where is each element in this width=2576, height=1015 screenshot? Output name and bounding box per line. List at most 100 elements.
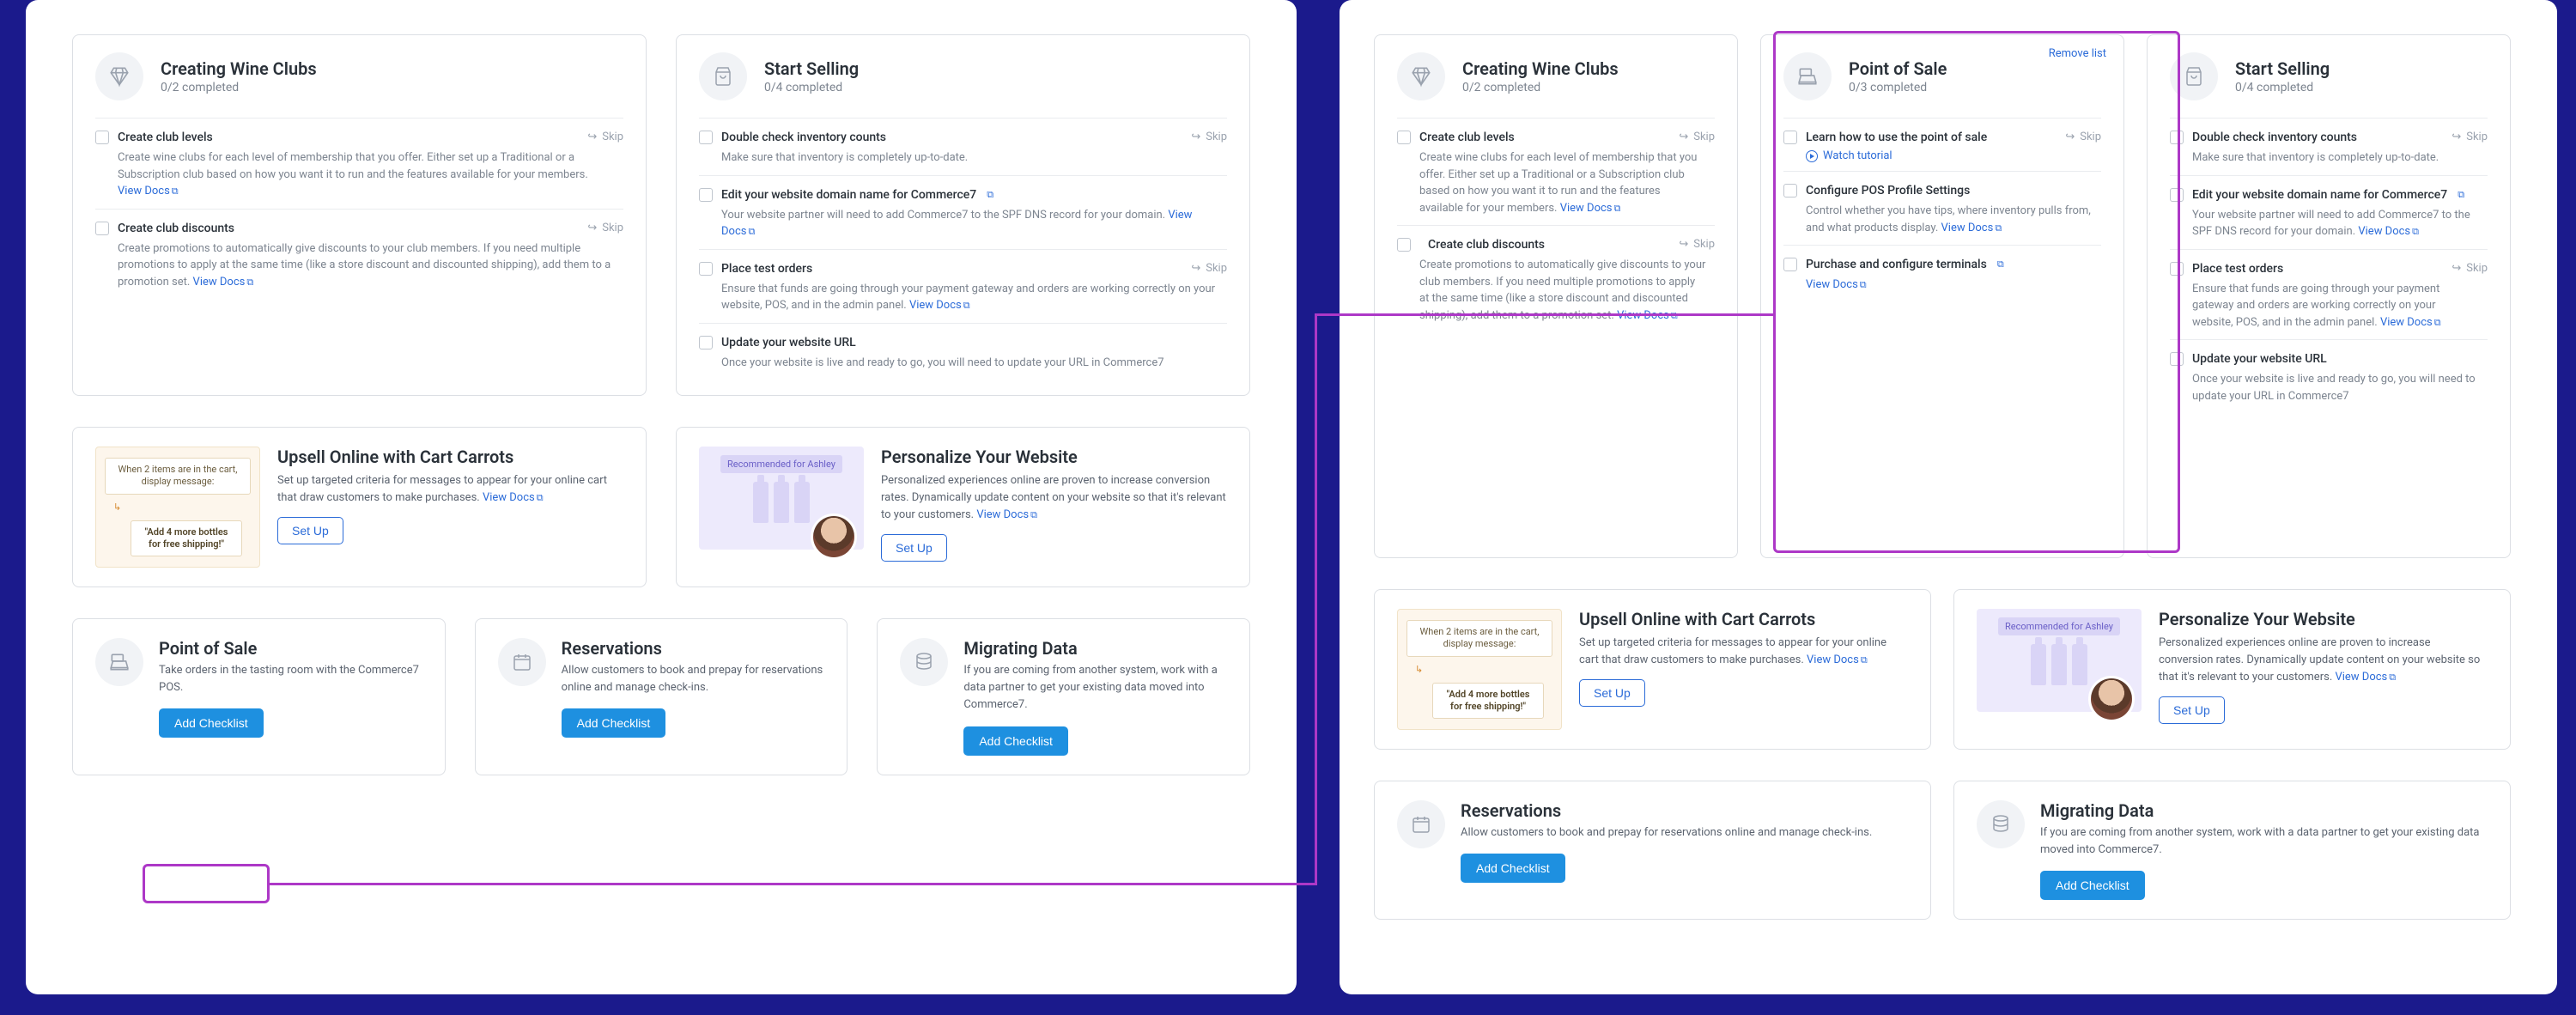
personalize-illustration: Recommended for Ashley [699,447,864,550]
checkbox[interactable] [1783,184,1797,198]
add-checklist-button[interactable]: Add Checklist [1461,854,1565,883]
add-checklist-button[interactable]: Add Checklist [2040,871,2145,900]
checkbox[interactable] [95,222,109,235]
promo-desc: Set up targeted criteria for messages to… [1579,635,1908,669]
skip-link[interactable]: Skip [1693,131,1715,143]
add-card-migrating: Migrating Data If you are coming from an… [877,618,1250,775]
view-docs-link[interactable]: View Docs⧉ [1560,202,1621,215]
card-subtitle: 0/3 completed [1849,81,1947,94]
external-link-icon: ⧉ [2458,189,2464,201]
checkbox[interactable] [1397,238,1411,252]
addcard-desc: Allow customers to book and prepay for r… [1461,824,1908,842]
carrot-message: "Add 4 more bottles for free shipping!" [131,520,242,557]
add-checklist-button[interactable]: Add Checklist [159,708,264,738]
view-docs-link[interactable]: View Docs⧉ [2380,316,2441,329]
task-item: Create club discounts ↪Skip Create promo… [1397,225,1715,332]
set-up-button[interactable]: Set Up [1579,679,1645,707]
add-card-pos: Point of Sale Take orders in the tasting… [72,618,446,775]
promo-cart-carrots: When 2 items are in the cart, display me… [72,427,647,587]
checkbox[interactable] [2170,131,2184,144]
card-subtitle: 0/2 completed [161,81,317,94]
task-item: Edit your website domain name for Commer… [699,175,1227,249]
promo-title: Upsell Online with Cart Carrots [277,447,623,467]
task-title: Update your website URL [2192,352,2327,366]
addcard-desc: If you are coming from another system, w… [963,662,1227,714]
task-desc: Create wine clubs for each level of memb… [95,149,623,200]
view-docs-link[interactable]: View Docs⧉ [1617,309,1678,322]
skip-link[interactable]: Skip [602,131,623,143]
external-link-icon: ⧉ [963,300,970,311]
card-wine-clubs: Creating Wine Clubs 0/2 completed Create… [1374,34,1738,558]
checkbox[interactable] [2170,352,2184,366]
promo-title: Upsell Online with Cart Carrots [1579,609,1908,629]
card-title: Start Selling [764,58,859,79]
set-up-button[interactable]: Set Up [277,517,343,544]
remove-list-link[interactable]: Remove list [2049,47,2106,60]
external-link-icon: ⧉ [2389,672,2396,683]
task-desc: Create promotions to automatically give … [1397,257,1715,324]
view-docs-link[interactable]: View Docs⧉ [118,185,179,198]
shopping-bag-icon [699,52,747,100]
view-docs-link[interactable]: View Docs⧉ [2358,225,2419,238]
add-checklist-button[interactable]: Add Checklist [963,726,1068,756]
add-checklist-button[interactable]: Add Checklist [562,708,666,738]
checkbox[interactable] [1783,131,1797,144]
view-docs-link[interactable]: View Docs⧉ [2335,671,2396,684]
checkbox[interactable] [699,188,713,202]
external-link-icon: ⧉ [246,277,253,288]
task-title: Edit your website domain name for Commer… [721,188,976,202]
carrot-arrow-icon: ↳ [113,501,127,515]
checkbox[interactable] [699,262,713,276]
card-point-of-sale: Point of Sale 0/3 completed Remove list … [1760,34,2124,558]
task-title: Update your website URL [721,336,856,349]
addcard-title: Migrating Data [2040,800,2488,821]
view-docs-link[interactable]: View Docs⧉ [909,299,970,312]
set-up-button[interactable]: Set Up [881,534,947,562]
view-docs-link[interactable]: View Docs⧉ [1807,653,1868,666]
watch-tutorial-link[interactable]: Watch tutorial [1783,149,1893,162]
skip-link[interactable]: Skip [2466,131,2488,143]
skip-link[interactable]: Skip [1206,131,1227,143]
pos-register-icon [1783,52,1832,100]
checkbox[interactable] [2170,262,2184,276]
checkbox[interactable] [2170,188,2184,202]
carrot-condition: When 2 items are in the cart, display me… [105,458,251,495]
skip-arrow-icon: ↪ [587,222,597,234]
view-docs-link[interactable]: View Docs⧉ [976,508,1037,521]
external-link-icon: ⧉ [1861,654,1868,666]
task-desc: Your website partner will need to add Co… [699,207,1227,240]
skip-link[interactable]: Skip [2466,262,2488,275]
task-desc: Ensure that funds are going through your… [2170,281,2488,331]
add-card-migrating: Migrating Data If you are coming from an… [1953,781,2511,920]
set-up-button[interactable]: Set Up [2159,696,2225,724]
task-title: Place test orders [2192,262,2283,276]
task-desc: Your website partner will need to add Co… [2170,207,2488,240]
checkbox[interactable] [699,336,713,349]
checkbox[interactable] [1783,258,1797,271]
task-item: Learn how to use the point of sale ↪Skip… [1783,118,2101,171]
skip-link[interactable]: Skip [1206,262,1227,275]
annotation-connector [1315,313,1317,885]
skip-link[interactable]: Skip [602,222,623,234]
card-start-selling: Start Selling 0/4 completed Double check… [676,34,1250,396]
carrot-condition: When 2 items are in the cart, display me… [1406,620,1552,657]
promo-desc: Personalized experiences online are prov… [881,472,1227,524]
shopping-bag-icon [2170,52,2218,100]
carrot-illustration: When 2 items are in the cart, display me… [1397,609,1562,730]
database-icon [1977,800,2025,848]
view-docs-link[interactable]: View Docs⧉ [1941,222,2002,234]
card-subtitle: 0/4 completed [764,81,859,94]
view-docs-link[interactable]: View Docs⧉ [483,491,544,504]
task-desc: Make sure that inventory is completely u… [2170,149,2488,167]
view-docs-link[interactable]: View Docs⧉ [1806,278,1867,291]
card-title: Creating Wine Clubs [161,58,317,79]
checkbox[interactable] [95,131,109,144]
skip-link[interactable]: Skip [1693,238,1715,251]
task-title: Create club discounts [118,222,234,235]
recommendation-pill: Recommended for Ashley [720,455,842,473]
checkbox[interactable] [1397,131,1411,144]
checkbox[interactable] [699,131,713,144]
skip-link[interactable]: Skip [2080,131,2101,143]
addcard-title: Point of Sale [159,638,422,659]
view-docs-link[interactable]: View Docs⧉ [193,276,254,289]
